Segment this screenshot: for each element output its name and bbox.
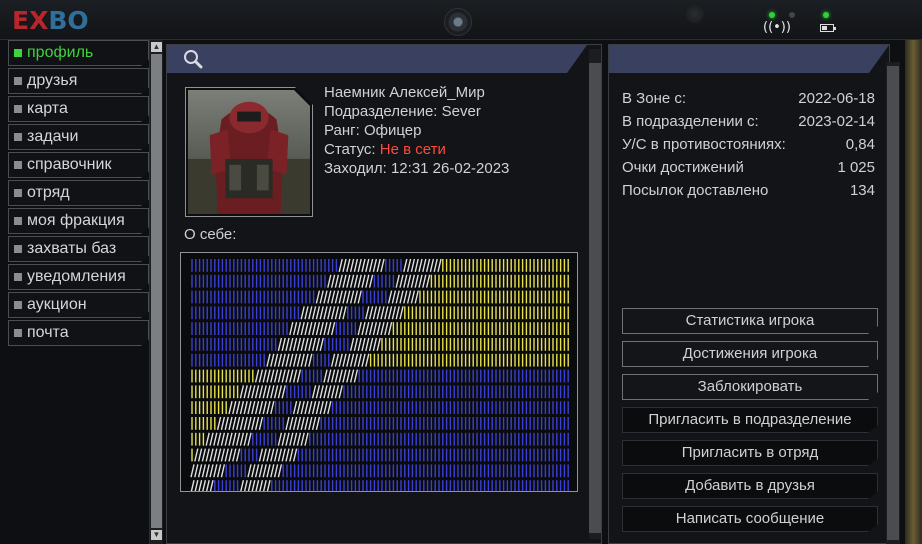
stat-label: Очки достижений xyxy=(622,159,744,176)
bullet-icon xyxy=(14,77,22,85)
sidebar-item-label: уведомления xyxy=(27,268,126,285)
status-led-icon xyxy=(823,12,829,18)
stats-panel: В Зоне с: 2022-06-18 В подразделении с: 202… xyxy=(608,44,890,544)
sidebar-item[interactable]: друзья xyxy=(8,68,149,94)
stat-value: 2022-06-18 xyxy=(798,90,875,107)
stat-label: Посылок доставлено xyxy=(622,182,769,199)
sidebar-item-label: задачи xyxy=(27,128,79,145)
stat-value: 0,84 xyxy=(845,136,875,153)
player-last-seen: Заходил: 12:31 26-02-2023 xyxy=(324,160,510,177)
sidebar-item-label: моя фракция xyxy=(27,212,125,229)
scroll-thumb[interactable] xyxy=(887,66,899,540)
sidebar-nav: профиль друзья карта задачи справочник отряд м… xyxy=(8,40,149,544)
sidebar-item[interactable]: карта xyxy=(8,96,149,122)
stat-row: У/С в противостояниях: 0,84 xyxy=(622,133,875,156)
bullet-icon xyxy=(14,49,22,57)
search-icon[interactable] xyxy=(183,49,203,69)
profile-panel: Наемник Алексей_Мир Подразделение: Sever… xyxy=(166,44,602,544)
sidebar-item-label: почта xyxy=(27,324,69,341)
stat-value: 1 025 xyxy=(837,159,875,176)
profile-info: Наемник Алексей_Мир Подразделение: Sever… xyxy=(324,83,509,178)
stat-value: 134 xyxy=(849,182,875,199)
stat-label: У/С в противостояниях: xyxy=(622,136,786,153)
sidebar-item-label: карта xyxy=(27,100,68,117)
sidebar-item[interactable]: моя фракция xyxy=(8,208,149,234)
profile-panel-header xyxy=(167,45,587,73)
bullet-icon xyxy=(14,189,22,197)
scroll-up-icon[interactable]: ▲ xyxy=(151,42,162,52)
sidebar-item[interactable]: справочник xyxy=(8,152,149,178)
camera-icon xyxy=(444,8,472,36)
stats-list: В Зоне с: 2022-06-18 В подразделении с: 202… xyxy=(622,87,875,202)
avatar-image xyxy=(188,90,310,214)
bullet-icon xyxy=(14,329,22,337)
action-button[interactable]: Достижения игрока xyxy=(622,341,878,367)
scroll-thumb[interactable] xyxy=(589,63,601,533)
sidebar-item-label: справочник xyxy=(27,156,112,173)
action-button[interactable]: Добавить в друзья xyxy=(622,473,878,499)
about-text-area xyxy=(180,252,578,494)
status-led-icon xyxy=(789,12,795,18)
scroll-thumb[interactable] xyxy=(151,54,162,528)
stat-label: В подразделении с: xyxy=(622,113,759,130)
player-rank: Ранг: Офицер xyxy=(324,122,422,139)
sidebar-scrollbar[interactable]: ▲ ▼ xyxy=(149,40,163,544)
stat-label: В Зоне с: xyxy=(622,90,687,107)
signal-icon: ((•)) xyxy=(763,20,791,35)
action-buttons: Статистика игрока Достижения игрока Заблок… xyxy=(622,308,878,539)
sidebar-item-label: профиль xyxy=(27,44,94,61)
sidebar-item-label: аукцион xyxy=(27,296,87,313)
sidebar-item[interactable]: уведомления xyxy=(8,264,149,290)
stats-scrollbar[interactable] xyxy=(886,62,900,544)
sidebar-item-label: захваты баз xyxy=(27,240,117,257)
stat-row: Посылок доставлено 134 xyxy=(622,179,875,202)
ascii-flag-art xyxy=(190,258,569,494)
stat-row: В Зоне с: 2022-06-18 xyxy=(622,87,875,110)
stat-row: В подразделении с: 2023-02-14 xyxy=(622,110,875,133)
stat-value: 2023-02-14 xyxy=(798,113,875,130)
sidebar-item[interactable]: почта xyxy=(8,320,149,346)
player-division: Подразделение: Sever xyxy=(324,103,481,120)
player-status: Статус: Не в сети xyxy=(324,141,446,158)
status-led-icon xyxy=(769,12,775,18)
battery-icon xyxy=(820,24,836,32)
sidebar-item-label: отряд xyxy=(27,184,70,201)
bullet-icon xyxy=(14,273,22,281)
sidebar-item[interactable]: задачи xyxy=(8,124,149,150)
action-button[interactable]: Написать сообщение xyxy=(622,506,878,532)
sidebar-item-label: друзья xyxy=(27,72,78,89)
top-bar: EXBO ((•)) xyxy=(0,0,922,40)
device-frame xyxy=(905,40,922,544)
action-button[interactable]: Пригласить в подразделение xyxy=(622,407,878,433)
avatar xyxy=(185,87,313,217)
sidebar-item[interactable]: аукцион xyxy=(8,292,149,318)
bullet-icon xyxy=(14,217,22,225)
bullet-icon xyxy=(14,161,22,169)
sidebar-item[interactable]: захваты баз xyxy=(8,236,149,262)
sidebar-item[interactable]: профиль xyxy=(8,40,149,66)
indicator-dot xyxy=(686,5,704,23)
status-badge: Не в сети xyxy=(379,141,446,158)
bullet-icon xyxy=(14,105,22,113)
stats-panel-header xyxy=(609,45,889,73)
bullet-icon xyxy=(14,245,22,253)
scroll-down-icon[interactable]: ▼ xyxy=(151,530,162,540)
bullet-icon xyxy=(14,133,22,141)
action-button[interactable]: Заблокировать xyxy=(622,374,878,400)
action-button[interactable]: Пригласить в отряд xyxy=(622,440,878,466)
bullet-icon xyxy=(14,301,22,309)
action-button[interactable]: Статистика игрока xyxy=(622,308,878,334)
about-label: О себе: xyxy=(184,226,237,243)
player-name: Наемник Алексей_Мир xyxy=(324,84,485,101)
stat-row: Очки достижений 1 025 xyxy=(622,156,875,179)
sidebar-item[interactable]: отряд xyxy=(8,180,149,206)
profile-scrollbar[interactable] xyxy=(589,49,601,539)
app-logo: EXBO xyxy=(12,6,89,35)
